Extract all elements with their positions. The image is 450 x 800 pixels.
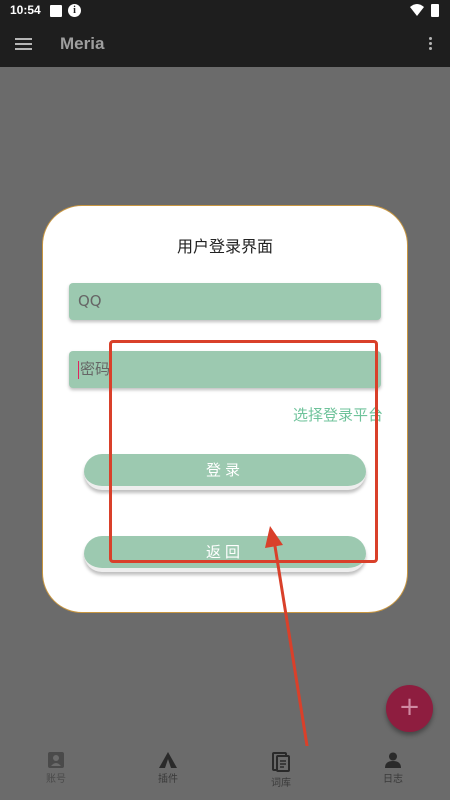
add-fab-button[interactable]: + xyxy=(386,685,433,732)
nav-item-plugin[interactable]: 插件 xyxy=(128,752,208,785)
nav-label-log: 日志 xyxy=(383,774,403,785)
nav-label-plugin: 插件 xyxy=(158,774,178,785)
annotation-arrow xyxy=(265,526,311,760)
nav-item-account[interactable]: 账号 xyxy=(16,752,96,785)
bottom-navigation: 账号 插件 词库 日志 xyxy=(0,746,450,800)
nav-label-library: 词库 xyxy=(271,778,291,789)
plus-icon: + xyxy=(398,692,421,722)
document-icon xyxy=(272,752,290,772)
person-icon xyxy=(385,752,401,768)
nav-item-library[interactable]: 词库 xyxy=(241,752,321,789)
account-box-icon xyxy=(48,752,64,768)
plugin-icon xyxy=(159,752,177,768)
nav-label-account: 账号 xyxy=(46,774,66,785)
nav-item-log[interactable]: 日志 xyxy=(353,752,433,785)
